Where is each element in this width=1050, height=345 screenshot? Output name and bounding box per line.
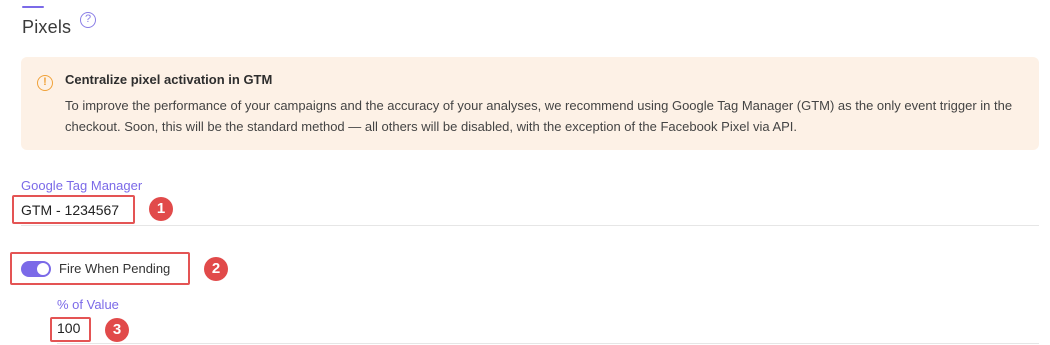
warning-circle-icon: ! xyxy=(37,75,53,91)
annotation-badge-3: 3 xyxy=(105,318,129,342)
gtm-underline xyxy=(21,225,1039,226)
percent-value-underline xyxy=(57,343,1039,344)
toggle-highlight-box xyxy=(10,252,190,285)
percent-value-highlight-box xyxy=(50,317,91,342)
question-circle-icon[interactable]: ? xyxy=(80,12,96,28)
section-title: Pixels xyxy=(22,17,72,37)
annotation-badge-2: 2 xyxy=(204,257,228,281)
gtm-label: Google Tag Manager xyxy=(21,178,143,193)
gtm-highlight-box xyxy=(12,195,135,224)
annotation-badge-1: 1 xyxy=(149,197,173,221)
alert-title: Centralize pixel activation in GTM xyxy=(65,72,273,87)
pixels-settings-panel: Pixels ? ! Centralize pixel activation i… xyxy=(0,0,1050,345)
gtm-alert: ! Centralize pixel activation in GTM To … xyxy=(21,57,1039,150)
percent-value-label: % of Value xyxy=(57,297,119,312)
alert-body: To improve the performance of your campa… xyxy=(65,98,1013,134)
title-accent-bar xyxy=(22,6,44,8)
